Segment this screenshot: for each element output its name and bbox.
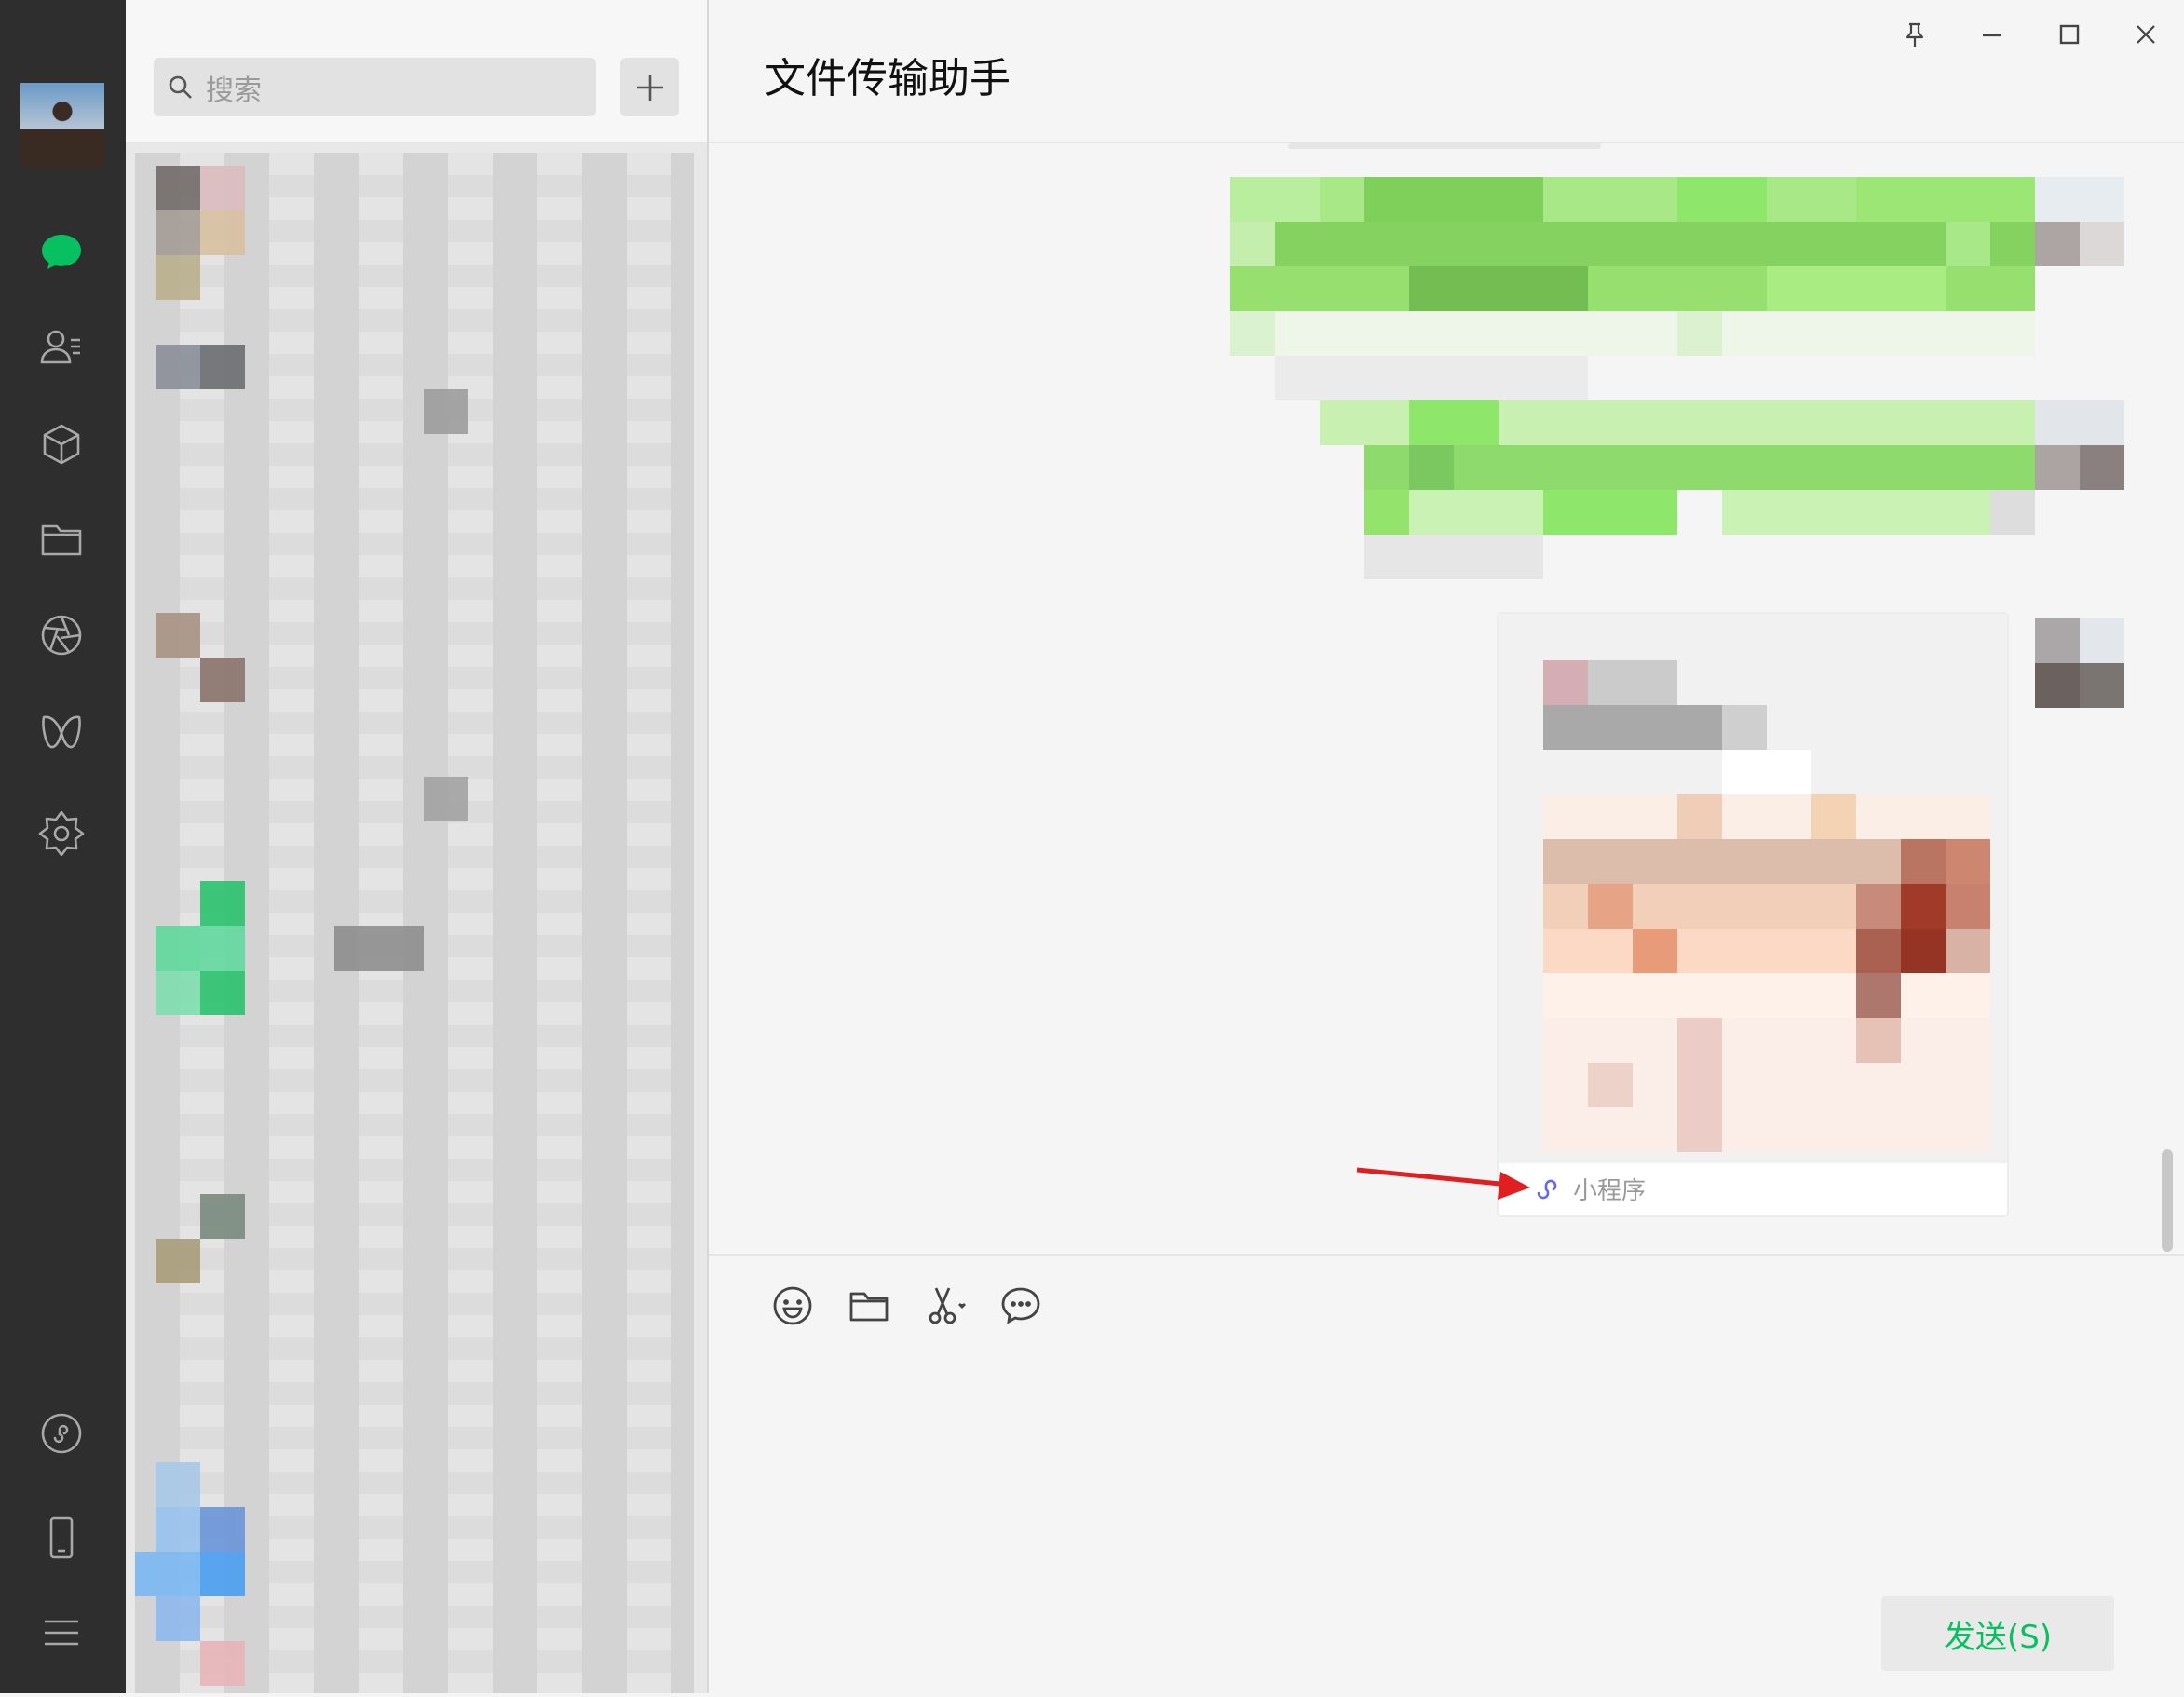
files-icon[interactable]: [34, 512, 88, 566]
plus-icon: [636, 74, 663, 101]
mini-program-footer: 小程序: [1499, 1160, 2007, 1215]
mini-program-label: 小程序: [1573, 1176, 1647, 1205]
search-input[interactable]: 搜索: [154, 58, 596, 116]
message-composer[interactable]: 发送(S): [709, 1254, 2184, 1695]
message-scrollbar[interactable]: [2162, 1149, 2173, 1252]
moments-icon[interactable]: [34, 608, 88, 662]
channels-icon[interactable]: [34, 706, 88, 760]
minimize-icon[interactable]: [1963, 11, 2021, 58]
mini-program-thumbnail: [1499, 614, 2007, 1163]
close-icon[interactable]: [2117, 11, 2175, 58]
maximize-icon[interactable]: [2041, 11, 2098, 58]
scissors-icon[interactable]: [919, 1280, 971, 1332]
message-area[interactable]: 小程序: [709, 143, 2184, 1252]
chat-icon[interactable]: [34, 224, 88, 278]
avatar[interactable]: [20, 83, 104, 167]
mini-program-icon[interactable]: [34, 1406, 88, 1460]
search-icon: [169, 75, 192, 99]
mini-program-card[interactable]: 小程序: [1497, 612, 2009, 1217]
chat-title: 文件传输助手: [765, 55, 1011, 102]
add-button[interactable]: [620, 58, 679, 116]
conversation-list-pane: 搜索: [126, 0, 709, 1693]
contacts-icon[interactable]: [34, 320, 88, 374]
sidebar: [0, 0, 126, 1693]
favorites-icon[interactable]: [34, 417, 88, 471]
chat-bubble-icon[interactable]: [995, 1280, 1047, 1332]
pin-icon[interactable]: [1886, 11, 1944, 58]
phone-icon[interactable]: [34, 1511, 88, 1565]
folder-icon[interactable]: [843, 1280, 895, 1332]
blurred-contact-list[interactable]: [135, 153, 694, 1693]
search-discover-icon[interactable]: [34, 805, 88, 859]
chat-window: 文件传输助手 小程序 发送(S): [709, 0, 2184, 1695]
send-button[interactable]: 发送(S): [1881, 1596, 2114, 1671]
chat-header: 文件传输助手: [709, 0, 2184, 143]
list-header: 搜索: [126, 0, 707, 143]
mini-program-icon: [1537, 1179, 1557, 1200]
menu-icon[interactable]: [34, 1606, 88, 1660]
search-placeholder: 搜索: [206, 74, 262, 107]
emoji-icon[interactable]: [766, 1280, 819, 1332]
